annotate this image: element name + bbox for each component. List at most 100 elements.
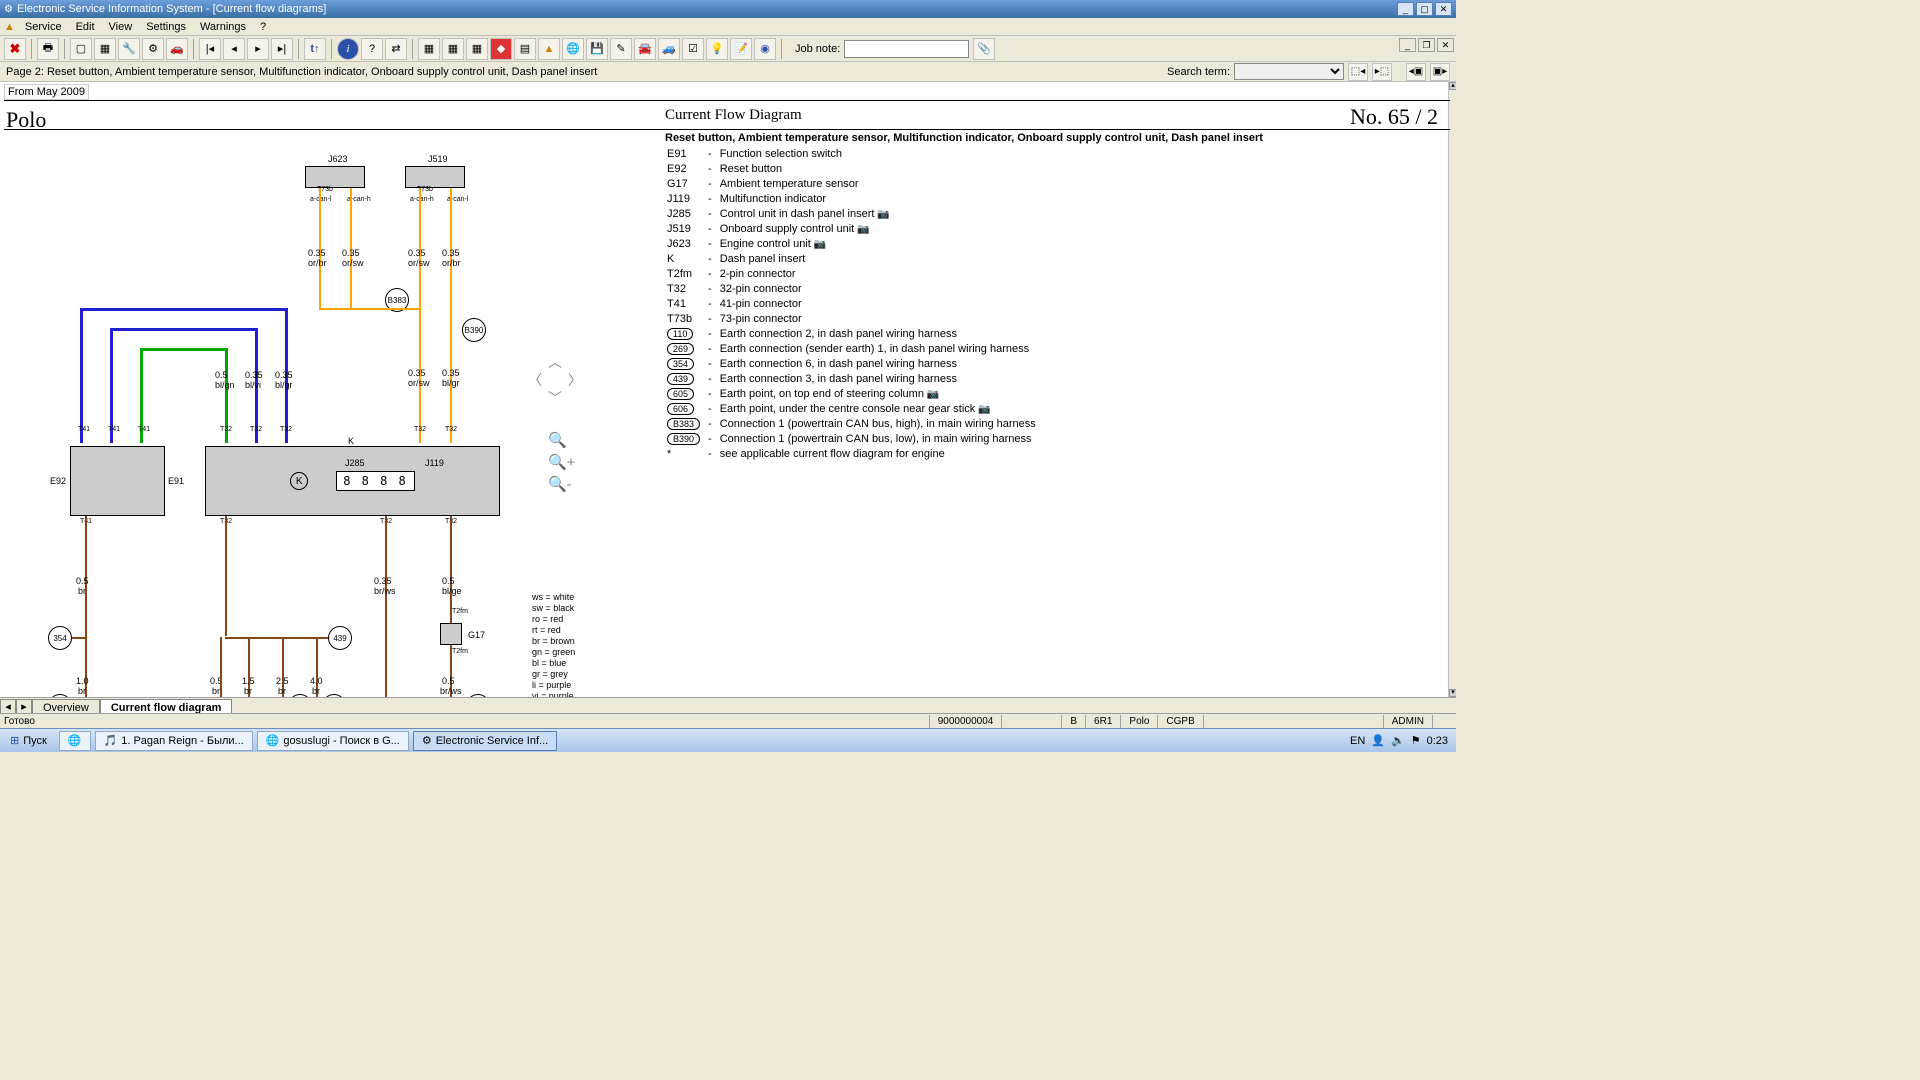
search-prev-button[interactable]: ⬚◂ [1348,63,1368,81]
diagram-subtitle: Reset button, Ambient temperature sensor… [665,132,1263,144]
legend-row: *-see applicable current flow diagram fo… [667,448,1042,461]
display-digits: 8 8 8 8 [336,471,415,491]
nav-last-button[interactable]: ▸| [271,38,293,60]
menu-warnings[interactable]: Warnings [193,21,253,33]
discard-button[interactable]: ✖ [4,38,26,60]
vertical-scrollbar[interactable]: ▴ ▾ [1448,82,1456,697]
menu-edit[interactable]: Edit [69,21,102,33]
tray-clock[interactable]: 0:23 [1427,735,1448,747]
separator [298,39,299,59]
start-button[interactable]: ⊞ Пуск [0,734,57,747]
menu-help[interactable]: ? [253,21,273,33]
label-t41-2: T41 [108,426,120,433]
warn-button[interactable]: ▲ [538,38,560,60]
block-k: K 8 8 8 8 [205,446,500,516]
jobnote-input[interactable] [844,40,969,58]
tray-volume-icon[interactable]: 🔈 [1391,734,1405,747]
save-button[interactable]: 💾 [586,38,608,60]
status-variant: CGPB [1157,715,1202,728]
mdi-restore-button[interactable]: ❐ [1418,38,1435,52]
wire-size-4: 0.35 [442,248,460,258]
label-j623: J623 [328,154,348,164]
stop-button[interactable]: ◆ [490,38,512,60]
mdi-minimize-button[interactable]: _ [1399,38,1416,52]
block-e91-e92 [70,446,165,516]
legend-table: E91-Function selection switchE92-Reset b… [665,146,1044,463]
car3-button[interactable]: 🚙 [658,38,680,60]
wire-size-b2: 0.35 [245,370,263,380]
grid3-button[interactable]: ▦ [466,38,488,60]
wrench-button[interactable]: 🔧 [118,38,140,60]
menu-settings[interactable]: Settings [139,21,193,33]
circle-button[interactable]: ◉ [754,38,776,60]
tray-flag-icon[interactable]: ⚑ [1411,734,1421,747]
search-term-input[interactable] [1234,63,1344,80]
taskbar-pinned-chrome[interactable]: 🌐 [59,731,91,751]
separator [331,39,332,59]
nav-prev-button[interactable]: ◂ [223,38,245,60]
wire-col-3: or/sw [408,258,430,268]
info-button[interactable]: i [337,38,359,60]
tab-overview-label: Overview [43,702,89,714]
taskbar-item-3[interactable]: ⚙Electronic Service Inf... [413,731,557,751]
check-button[interactable]: ☑ [682,38,704,60]
help-button[interactable]: ? [361,38,383,60]
doc-new-button[interactable]: ▢ [70,38,92,60]
car2-button[interactable]: 🚘 [634,38,656,60]
wire-size-e5: 0.5 [442,676,455,686]
legend-row: K-Dash panel insert [667,253,1042,266]
search-next-button[interactable]: ▸⬚ [1372,63,1392,81]
scroll-up-button[interactable]: ▴ [1449,82,1456,90]
wire-h-b [225,637,328,639]
circuit-diagram: J623 T73b a-can-l a-can-h J519 T73b a-ca… [30,148,585,708]
scroll-down-button[interactable]: ▾ [1449,689,1456,697]
nav-next-button[interactable]: ▸ [247,38,269,60]
bookmark-next-button[interactable]: ▣▸ [1430,63,1450,81]
legend-row: J119-Multifunction indicator [667,193,1042,206]
label-t32-1: T32 [220,426,232,433]
up-button[interactable]: t↑ [304,38,326,60]
swap-button[interactable]: ⇄ [385,38,407,60]
page-description: Page 2: Reset button, Ambient temperatur… [6,66,597,78]
nav-first-button[interactable]: |◂ [199,38,221,60]
bookmark-prev-button[interactable]: ◂▣ [1406,63,1426,81]
bus-top-3 [140,348,225,351]
status-b: B [1061,715,1085,728]
window-title: Electronic Service Information System - … [17,3,326,15]
globe-button[interactable]: 🌐 [562,38,584,60]
separator [193,39,194,59]
menu-service[interactable]: Service [18,21,69,33]
legend-row: G17-Ambient temperature sensor [667,178,1042,191]
engine-button[interactable]: ⚙ [142,38,164,60]
connector-j519 [405,166,465,188]
tray-lang[interactable]: EN [1350,735,1365,747]
taskbar-item-1[interactable]: 🎵1. Pagan Reign - Были... [95,731,253,751]
note-button[interactable]: 📝 [730,38,752,60]
wire-col-4: or/br [442,258,461,268]
bulb-button[interactable]: 💡 [706,38,728,60]
wire-col-2: or/sw [342,258,364,268]
pencil-button[interactable]: ✎ [610,38,632,60]
maximize-button[interactable]: ▢ [1416,2,1433,16]
doc-button[interactable]: ▤ [514,38,536,60]
grid1-button[interactable]: ▦ [418,38,440,60]
tab-current-label: Current flow diagram [111,702,222,714]
status-empty [1001,715,1061,728]
menu-view[interactable]: View [102,21,140,33]
toolbar: ✖ 🖶 ▢ ▦ 🔧 ⚙ 🚗 |◂ ◂ ▸ ▸| t↑ i ? ⇄ ▦ ▦ ▦ ◆… [0,36,1456,62]
tray-person-icon[interactable]: 👤 [1371,734,1385,747]
taskbar-item-2[interactable]: 🌐gosuslugi - Поиск в G... [257,731,409,751]
grid2-button[interactable]: ▦ [442,38,464,60]
print-button[interactable]: 🖶 [37,38,59,60]
doc-grid-button[interactable]: ▦ [94,38,116,60]
label-t32-3: T32 [280,426,292,433]
jobnote-attach-button[interactable]: 📎 [973,38,995,60]
label-t41-1: T41 [78,426,90,433]
close-button[interactable]: ✕ [1435,2,1452,16]
vehicle-button[interactable]: 🚗 [166,38,188,60]
minimize-button[interactable]: _ [1397,2,1414,16]
wire-col-g1: br [78,686,86,696]
mdi-close-button[interactable]: ✕ [1437,38,1454,52]
wire-size-b3: 0.35 [275,370,293,380]
status-empty2 [1203,715,1383,728]
